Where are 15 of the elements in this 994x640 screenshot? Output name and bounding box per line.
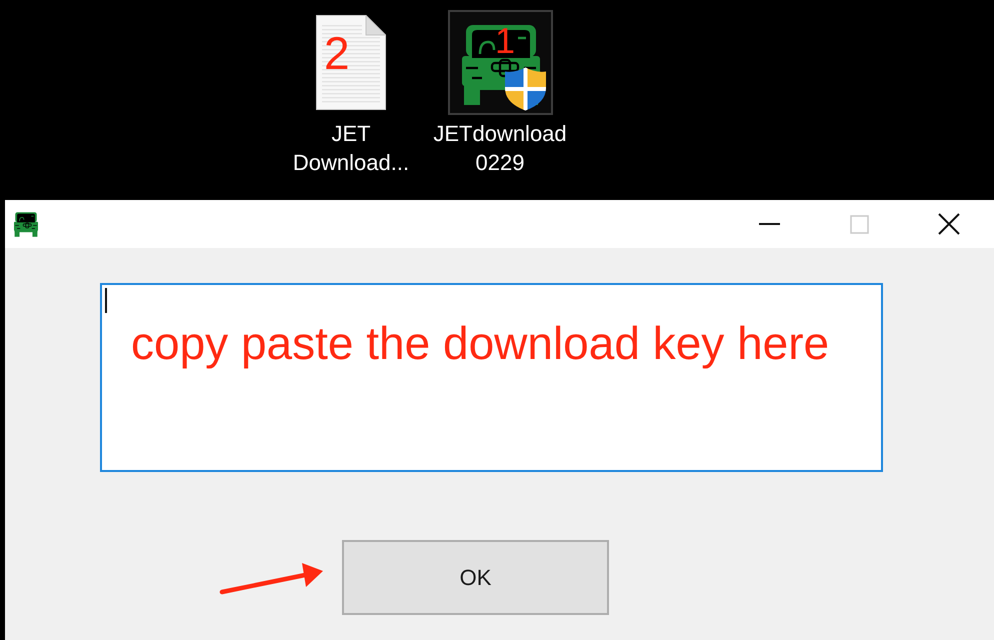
icon-label[interactable]: JET Download... bbox=[281, 119, 421, 177]
shield-icon bbox=[504, 67, 546, 111]
annotation-number: 2 bbox=[324, 30, 350, 76]
close-icon bbox=[938, 213, 960, 235]
icon-label[interactable]: JETdownload 0229 bbox=[430, 119, 570, 177]
selection-frame[interactable] bbox=[448, 10, 552, 115]
minimize-icon bbox=[758, 223, 780, 225]
ok-button[interactable]: OK bbox=[342, 540, 609, 615]
document-icon[interactable] bbox=[316, 15, 386, 110]
maximize-icon bbox=[850, 214, 868, 234]
annotation-number: 1 bbox=[495, 23, 516, 59]
annotation-text: copy paste the download key here bbox=[131, 317, 830, 369]
key-input-field[interactable] bbox=[100, 283, 883, 472]
truck-icon bbox=[14, 212, 38, 236]
text-cursor bbox=[105, 288, 107, 313]
